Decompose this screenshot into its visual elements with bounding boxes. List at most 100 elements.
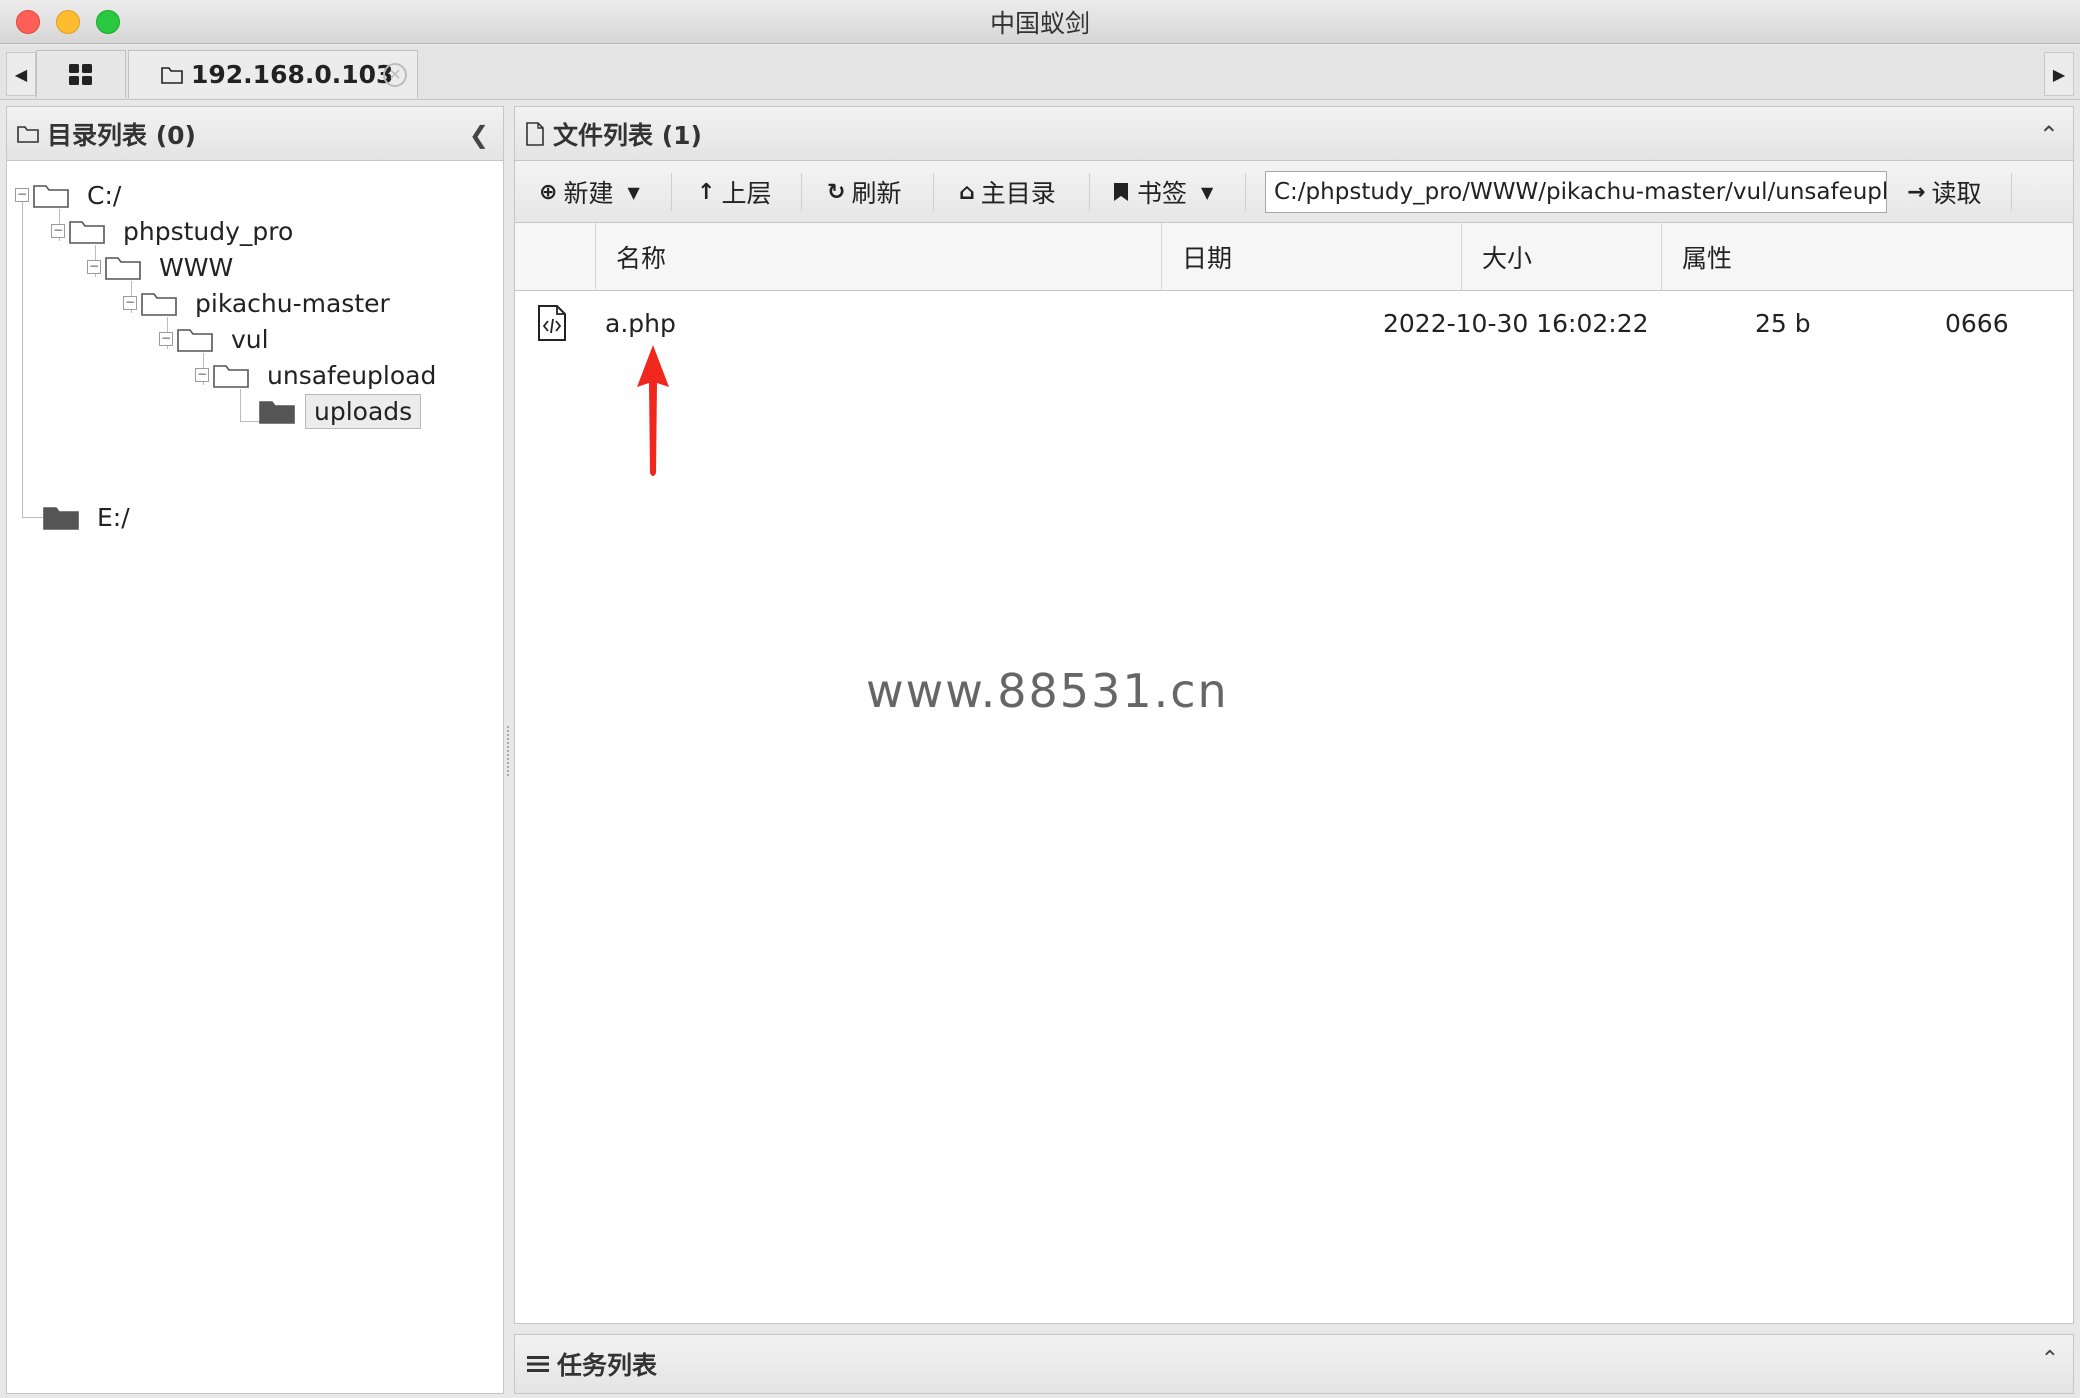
- caret-right-icon: ▶: [2052, 64, 2066, 84]
- folder-filled-icon: [259, 401, 295, 424]
- column-header-name[interactable]: 名称: [595, 223, 1161, 291]
- file-icon: [526, 121, 544, 146]
- folder-filled-icon: [43, 507, 79, 530]
- chevron-left-icon[interactable]: ❮: [469, 121, 489, 149]
- path-input[interactable]: [1265, 171, 1887, 213]
- tree-node-label: C:/: [87, 180, 122, 210]
- tree-node-vul[interactable]: − vul: [159, 319, 277, 359]
- tree-connector: [22, 195, 23, 517]
- collapse-toggle-icon[interactable]: −: [51, 224, 65, 238]
- task-list-icon: [527, 1356, 549, 1372]
- file-table-header: 名称 日期 大小 属性: [515, 223, 2073, 291]
- directory-panel: 目录列表 (0) ❮ − C:/ − phpstudy_pro − WWW −: [6, 106, 504, 1394]
- toolbar-divider: [801, 173, 802, 211]
- folder-icon: [177, 329, 213, 352]
- chevron-up-icon[interactable]: ⌃: [2041, 1347, 2059, 1372]
- collapse-toggle-icon[interactable]: −: [87, 260, 101, 274]
- chevron-up-icon[interactable]: ⌃: [2039, 121, 2059, 149]
- task-panel-title: 任务列表: [557, 1351, 658, 1380]
- folder-icon: [17, 125, 39, 143]
- tree-node-phpstudy[interactable]: − phpstudy_pro: [51, 211, 301, 251]
- toolbar-divider: [2011, 173, 2012, 211]
- toolbar-divider: [1245, 173, 1246, 211]
- caret-down-icon: ▼: [627, 182, 640, 202]
- column-header-attr-label: 属性: [1682, 244, 1733, 273]
- read-button[interactable]: → 读取: [1907, 169, 1981, 215]
- tree-connector: [22, 517, 44, 518]
- tree-node-label: unsafeupload: [267, 360, 437, 390]
- file-size: 25 b: [1755, 308, 1811, 338]
- tree-node-www[interactable]: − WWW: [87, 247, 241, 287]
- file-panel-title: 文件列表 (1): [553, 120, 702, 150]
- folder-icon: [141, 293, 177, 316]
- file-toolbar: ⊕ 新建 ▼ ↑ 上层 ↻ 刷新 ⌂ 主目录 书签 ▼ →: [515, 161, 2073, 223]
- column-header-size[interactable]: 大小: [1461, 223, 1661, 291]
- folder-icon: [33, 185, 69, 208]
- column-header-date[interactable]: 日期: [1161, 223, 1461, 291]
- refresh-label: 刷新: [851, 179, 902, 208]
- home-icon: ⌂: [959, 179, 975, 205]
- tree-node-label: phpstudy_pro: [123, 216, 294, 246]
- tree-node-label: vul: [231, 324, 269, 354]
- tree-node-label: E:/: [97, 502, 130, 532]
- bookmark-button[interactable]: 书签 ▼: [1113, 169, 1213, 215]
- tab-home[interactable]: [36, 50, 126, 98]
- grid-icon: [69, 63, 92, 85]
- folder-icon: [69, 221, 105, 244]
- table-row[interactable]: a.php 2022-10-30 16:02:22 25 b 0666: [515, 295, 2073, 351]
- read-button-label: 读取: [1931, 179, 1982, 208]
- collapse-toggle-icon[interactable]: −: [195, 368, 209, 382]
- tree-node-pikachu[interactable]: − pikachu-master: [123, 283, 398, 323]
- collapse-toggle-icon[interactable]: −: [123, 296, 137, 310]
- collapse-toggle-icon[interactable]: −: [15, 188, 29, 202]
- splitter-grip-icon: [507, 726, 511, 776]
- arrow-right-icon: →: [1907, 179, 1926, 205]
- toolbar-divider: [1089, 173, 1090, 211]
- close-window-button[interactable]: [16, 10, 40, 34]
- tree-node-e-drive[interactable]: E:/: [43, 497, 138, 537]
- new-button[interactable]: ⊕ 新建 ▼: [539, 169, 640, 215]
- tree-node-label: pikachu-master: [195, 288, 390, 318]
- panel-splitter[interactable]: [504, 106, 514, 1394]
- refresh-button[interactable]: ↻ 刷新: [827, 169, 901, 215]
- new-button-label: 新建: [563, 179, 614, 208]
- tree-node-unsafeupload[interactable]: − unsafeupload: [195, 355, 444, 395]
- column-header-date-label: 日期: [1182, 244, 1233, 273]
- column-header-icon: [515, 223, 595, 291]
- collapse-toggle-icon[interactable]: −: [159, 332, 173, 346]
- folder-icon: [161, 66, 183, 84]
- plus-circle-icon: ⊕: [539, 179, 558, 205]
- tree-node-uploads[interactable]: uploads: [259, 391, 422, 431]
- file-attr: 0666: [1945, 308, 2009, 338]
- home-directory-label: 主目录: [980, 179, 1056, 208]
- window-title: 中国蚁剑: [989, 8, 1090, 38]
- title-bar: 中国蚁剑: [0, 0, 2080, 44]
- tree-connector: [240, 421, 260, 422]
- column-header-name-label: 名称: [616, 244, 667, 273]
- tree-node-c-drive[interactable]: − C:/: [15, 175, 129, 215]
- folder-icon: [105, 257, 141, 280]
- close-tab-icon[interactable]: ✕: [383, 63, 407, 87]
- tab-scroll-left-button[interactable]: ◀: [6, 52, 36, 96]
- up-level-label: 上层: [721, 179, 772, 208]
- minimize-window-button[interactable]: [56, 10, 80, 34]
- tree-node-label: WWW: [159, 252, 234, 282]
- caret-down-icon: ▼: [1201, 182, 1214, 202]
- bookmark-label: 书签: [1137, 179, 1188, 208]
- up-level-button[interactable]: ↑ 上层: [697, 169, 771, 215]
- tab-scroll-right-button[interactable]: ▶: [2044, 52, 2074, 96]
- directory-panel-header: 目录列表 (0) ❮: [7, 107, 503, 161]
- task-panel: 任务列表 ⌃: [514, 1334, 2074, 1394]
- toolbar-divider: [933, 173, 934, 211]
- red-arrow-annotation: [637, 345, 669, 476]
- file-panel-header: 文件列表 (1) ⌃: [515, 107, 2073, 161]
- file-date: 2022-10-30 16:02:22: [1383, 308, 1649, 338]
- home-directory-button[interactable]: ⌂ 主目录: [959, 169, 1056, 215]
- tab-host[interactable]: 192.168.0.103 ✕: [128, 50, 418, 98]
- column-header-attr[interactable]: 属性: [1661, 223, 1861, 291]
- refresh-icon: ↻: [827, 179, 846, 205]
- tab-host-label: 192.168.0.103: [191, 60, 394, 89]
- column-header-size-label: 大小: [1482, 244, 1533, 273]
- maximize-window-button[interactable]: [96, 10, 120, 34]
- tab-bar: ◀ 192.168.0.103 ✕ ▶: [0, 46, 2080, 100]
